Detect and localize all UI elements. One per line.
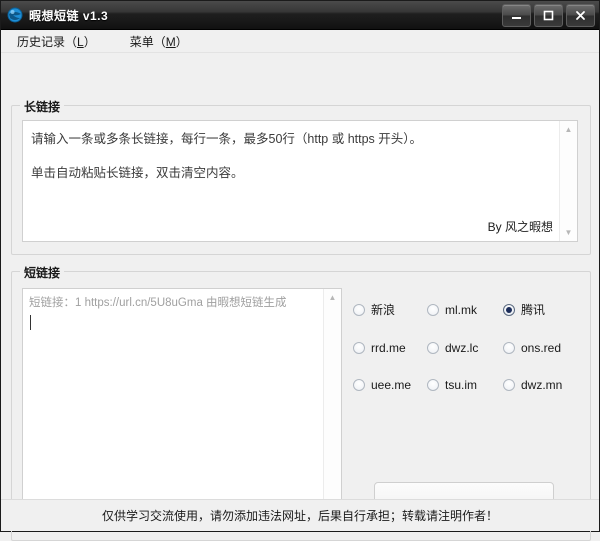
radio-option-label: 腾讯	[521, 303, 546, 317]
radio-option-ueeme[interactable]: uee.me	[353, 378, 427, 392]
short-link-result-text: 短链接：1 https://url.cn/5U8uGma 由暇想短链生成	[29, 297, 287, 309]
radio-icon[interactable]	[503, 379, 515, 391]
long-link-input-inner: 请输入一条或多条长链接，每行一条，最多50行（http 或 https 开头）。…	[23, 121, 560, 241]
short-link-scroll-track[interactable]	[324, 306, 341, 508]
menu-item-history-accel: L	[77, 34, 84, 49]
long-link-group: 长链接 请输入一条或多条长链接，每行一条，最多50行（http 或 https …	[11, 98, 591, 255]
app-globe-icon	[7, 7, 23, 23]
scroll-up-icon[interactable]: ▲	[560, 121, 577, 138]
radio-icon[interactable]	[353, 379, 365, 391]
radio-icon-selected[interactable]	[503, 303, 515, 316]
radio-option-rrdme[interactable]: rrd.me	[353, 341, 427, 355]
menu-item-menu-accel: M	[165, 34, 176, 49]
scroll-down-icon[interactable]: ▼	[560, 224, 577, 241]
radio-option-label: dwz.lc	[445, 341, 479, 355]
radio-option-label: 新浪	[371, 303, 396, 317]
long-link-placeholder-line2: 单击自动粘贴长链接，双击清空内容。	[31, 166, 244, 180]
window-controls	[502, 4, 595, 27]
radio-option-label: tsu.im	[445, 378, 478, 392]
radio-icon[interactable]	[503, 342, 515, 354]
short-link-output[interactable]: 短链接：1 https://url.cn/5U8uGma 由暇想短链生成 ▲ ▼	[22, 288, 342, 526]
statusbar-text: 仅供学习交流使用，请勿添加违法网址，后果自行承担；转载请注明作者！	[101, 509, 498, 523]
app-window: 暇想短链 v1.3 历史记录（L） 菜单（M） 长链接 请输入一条或多条长链接，…	[0, 0, 600, 541]
radio-option-label: uee.me	[371, 378, 412, 392]
radio-icon[interactable]	[353, 303, 365, 316]
radio-option-label: ml.mk	[445, 302, 477, 317]
window-title: 暇想短链 v1.3	[29, 8, 109, 23]
menu-item-history-label-end: ）	[83, 34, 96, 49]
short-link-output-inner: 短链接：1 https://url.cn/5U8uGma 由暇想短链生成	[23, 289, 324, 525]
radio-option-dwzlc[interactable]: dwz.lc	[427, 341, 503, 355]
short-link-group-title: 短链接	[20, 264, 65, 281]
menu-item-menu[interactable]: 菜单（M）	[128, 31, 198, 52]
radio-option-label: dwz.mn	[521, 378, 563, 392]
menu-item-menu-label-end: ）	[175, 34, 188, 49]
long-link-placeholder-spacer	[31, 149, 552, 163]
radio-option-dwzmn[interactable]: dwz.mn	[503, 378, 589, 392]
radio-option-label: ons.red	[521, 341, 562, 355]
short-link-scrollbar[interactable]: ▲ ▼	[323, 289, 341, 525]
maximize-button[interactable]	[534, 4, 563, 27]
radio-icon[interactable]	[427, 342, 439, 354]
close-button[interactable]	[566, 4, 595, 27]
menu-item-menu-label: 菜单（	[129, 34, 166, 49]
long-link-group-title: 长链接	[20, 98, 65, 115]
titlebar: 暇想短链 v1.3	[1, 1, 599, 30]
long-link-input[interactable]: 请输入一条或多条长链接，每行一条，最多50行（http 或 https 开头）。…	[22, 120, 578, 242]
radio-icon[interactable]	[427, 303, 439, 316]
radio-option-tsuim[interactable]: tsu.im	[427, 378, 503, 392]
menubar: 历史记录（L） 菜单（M）	[1, 30, 599, 53]
menu-item-history[interactable]: 历史记录（L）	[15, 31, 106, 52]
radio-option-tencent[interactable]: 腾讯	[503, 301, 589, 318]
scroll-up-icon[interactable]: ▲	[324, 289, 341, 306]
author-signature: By 风之暇想	[487, 220, 553, 234]
long-link-placeholder-line1: 请输入一条或多条长链接，每行一条，最多50行（http 或 https 开头）。	[31, 132, 423, 146]
radio-icon[interactable]	[427, 379, 439, 391]
radio-icon[interactable]	[353, 342, 365, 354]
minimize-button[interactable]	[502, 4, 531, 27]
radio-option-onsred[interactable]: ons.red	[503, 341, 589, 355]
menu-item-history-label: 历史记录（	[17, 34, 78, 49]
provider-radio-group: 新浪 ml.mk 腾讯 rrd.me dwz.lc ons.red uee.me…	[353, 301, 589, 392]
long-link-scroll-track[interactable]	[560, 138, 577, 224]
text-caret	[30, 315, 31, 330]
long-link-scrollbar[interactable]: ▲ ▼	[559, 121, 577, 241]
radio-option-sina[interactable]: 新浪	[353, 301, 427, 318]
radio-option-label: rrd.me	[371, 341, 406, 355]
statusbar: 仅供学习交流使用，请勿添加违法网址，后果自行承担；转载请注明作者！	[1, 499, 599, 531]
radio-option-mlmk[interactable]: ml.mk	[427, 301, 503, 318]
